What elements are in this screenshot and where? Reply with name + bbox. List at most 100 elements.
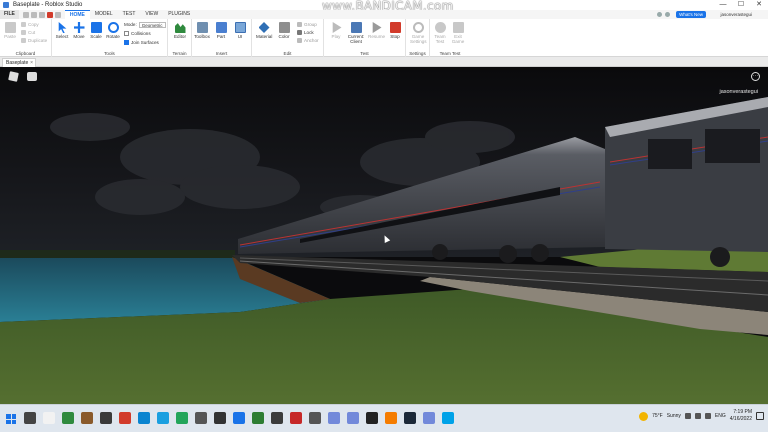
taskbar-app-icon[interactable]: [366, 412, 378, 424]
ui-button[interactable]: UI: [232, 22, 248, 39]
notification-icon[interactable]: [756, 412, 764, 420]
terrain-editor-button[interactable]: Editor: [172, 22, 188, 39]
taskbar-app-icon[interactable]: [309, 412, 321, 424]
volume-icon[interactable]: [704, 413, 711, 419]
terrain-group: Editor Terrain: [168, 19, 192, 57]
tab-baseplate[interactable]: Baseplate ×: [2, 58, 36, 67]
minimize-button[interactable]: —: [714, 0, 732, 10]
file-menu[interactable]: FILE: [0, 10, 19, 19]
group-icon: [297, 22, 302, 27]
color-button[interactable]: Color: [276, 22, 292, 39]
share-icon[interactable]: [657, 12, 662, 17]
undo-icon[interactable]: [30, 11, 37, 18]
taskbar-app-icon[interactable]: [176, 412, 188, 424]
redo-icon[interactable]: [38, 11, 45, 18]
taskbar-app-icon[interactable]: [62, 412, 74, 424]
scale-tool[interactable]: Scale: [88, 22, 104, 39]
language-indicator[interactable]: ENG: [715, 413, 726, 419]
copy-button[interactable]: Copy: [21, 21, 39, 28]
toolbox-button[interactable]: Toolbox: [194, 22, 210, 39]
tab-close-icon[interactable]: ×: [30, 59, 33, 67]
material-button[interactable]: Material: [256, 22, 272, 39]
lock-button[interactable]: Lock: [297, 29, 314, 36]
taskbar-app-icon[interactable]: [157, 412, 169, 424]
join-surfaces-toggle[interactable]: Join Surfaces: [124, 39, 159, 46]
exit-door-icon: [452, 22, 464, 33]
taskbar-app-icon[interactable]: [24, 412, 36, 424]
taskbar-app-icon[interactable]: [119, 412, 131, 424]
collisions-toggle[interactable]: Collisions: [124, 30, 151, 37]
weather-desc[interactable]: Sunny: [667, 413, 681, 419]
tab-view[interactable]: VIEW: [140, 10, 163, 19]
join-surfaces-checkbox[interactable]: [124, 40, 129, 45]
taskbar-app-icon[interactable]: [195, 412, 207, 424]
current-client-button[interactable]: Current: Client: [346, 22, 366, 44]
exit-game-button[interactable]: Exit Game: [450, 22, 466, 44]
play-button[interactable]: Play: [328, 22, 344, 39]
windows-logo-icon: [6, 414, 11, 419]
team-test-button[interactable]: Team Test: [432, 22, 448, 44]
window-title: Baseplate - Roblox Studio: [13, 2, 83, 8]
cut-button[interactable]: Cut: [21, 29, 35, 36]
clock[interactable]: 7:19 PM 4/16/2022: [730, 409, 752, 423]
taskbar-app-icon[interactable]: [328, 412, 340, 424]
start-button[interactable]: [6, 414, 16, 424]
tab-home[interactable]: HOME: [64, 10, 90, 19]
taskbar-app-icon[interactable]: [271, 412, 283, 424]
group-label-test: Test: [360, 51, 369, 56]
play-icon: [332, 22, 342, 33]
taskbar-app-icon[interactable]: [138, 412, 150, 424]
resume-button[interactable]: Resume: [368, 22, 385, 39]
3d-viewport[interactable]: ··· jasonverastegui: [0, 67, 768, 404]
game-settings-button[interactable]: Game Settings: [410, 22, 427, 44]
sun-icon[interactable]: [639, 411, 649, 421]
tab-plugins[interactable]: PLUGINS: [163, 10, 195, 19]
taskbar-app-icon[interactable]: [43, 412, 55, 424]
chat-icon[interactable]: [27, 72, 37, 81]
taskbar-app-icon[interactable]: [404, 412, 416, 424]
duplicate-button[interactable]: Duplicate: [21, 37, 47, 44]
taskbar-app-icon[interactable]: [100, 412, 112, 424]
record-icon[interactable]: [46, 11, 53, 18]
whats-new-button[interactable]: What's New: [676, 11, 706, 18]
roblox-studio-icon: [3, 2, 9, 8]
copy-icon: [21, 22, 26, 27]
group-button[interactable]: Group: [297, 21, 317, 28]
select-tool[interactable]: Select: [54, 22, 70, 39]
weather-temp[interactable]: 75°F: [652, 413, 663, 419]
maximize-button[interactable]: ☐: [732, 0, 750, 10]
rotate-tool[interactable]: Rotate: [105, 22, 121, 39]
collisions-checkbox[interactable]: [124, 31, 129, 36]
taskbar-app-icon[interactable]: [423, 412, 435, 424]
close-button[interactable]: ✕: [750, 0, 768, 10]
taskbar-app-icon[interactable]: [290, 412, 302, 424]
taskbar-app-icon[interactable]: [233, 412, 245, 424]
share-icons: [657, 12, 670, 17]
save-icon[interactable]: [22, 11, 29, 18]
chevron-up-icon[interactable]: [684, 413, 691, 419]
group-label-edit: Edit: [283, 51, 292, 56]
roblox-menu-icon[interactable]: [8, 71, 19, 82]
account-name[interactable]: jasonverastegui: [720, 11, 752, 18]
part-button[interactable]: Part: [213, 22, 229, 39]
mode-dropdown[interactable]: Geometric: [138, 21, 166, 28]
tab-test[interactable]: TEST: [118, 10, 141, 19]
taskbar-app-icon[interactable]: [214, 412, 226, 424]
home-ribbon: Paste Copy Cut Duplicate Clipboard Selec…: [0, 19, 768, 57]
taskbar-app-icon[interactable]: [385, 412, 397, 424]
tab-model[interactable]: MODEL: [90, 10, 118, 19]
stop-button[interactable]: Stop: [387, 22, 403, 39]
network-icon[interactable]: [694, 413, 701, 419]
chat-icon[interactable]: [665, 12, 670, 17]
move-tool[interactable]: Move: [71, 22, 87, 39]
paste-button[interactable]: Paste: [2, 22, 18, 39]
more-options-icon[interactable]: ···: [751, 72, 760, 81]
menu-bar: FILE HOME MODEL TEST VIEW PLUGINS What's…: [0, 10, 768, 19]
camera-icon[interactable]: [54, 11, 61, 18]
anchor-button[interactable]: Anchor: [297, 37, 319, 44]
taskbar-app-icon[interactable]: [442, 412, 454, 424]
taskbar-app-icon[interactable]: [81, 412, 93, 424]
taskbar-app-icon[interactable]: [347, 412, 359, 424]
pinned-apps: [24, 412, 454, 424]
taskbar-app-icon[interactable]: [252, 412, 264, 424]
